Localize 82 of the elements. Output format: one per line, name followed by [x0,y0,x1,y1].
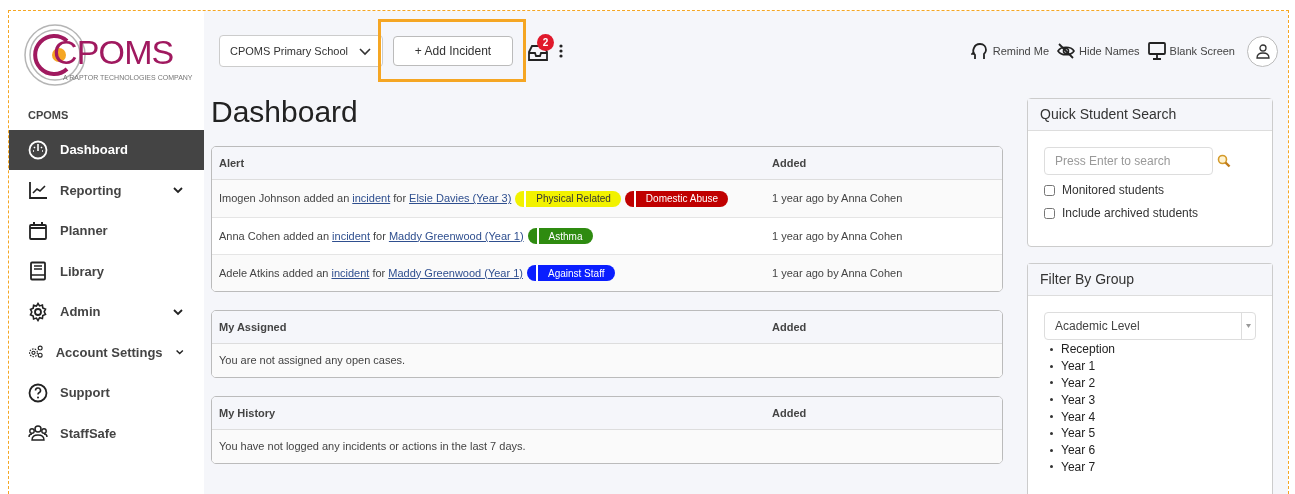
table-cell-text: 1 year ago by Anna Cohen [772,191,903,207]
page-title: Dashboard [211,97,359,127]
category-tag: Asthma [527,228,593,244]
line-chart-icon [28,180,48,201]
nav-item[interactable]: Planner [9,210,204,251]
school-select[interactable]: CPOMS Primary School [219,35,383,67]
category-tag: Physical Related [515,190,621,207]
more-options-icon[interactable] [559,44,563,58]
column-header: My Assigned [219,320,287,333]
nav-item[interactable]: Dashboard [9,129,204,170]
group-option[interactable]: Year 2 [1061,374,1096,392]
hide-names-button[interactable]: Hide Names [1057,42,1140,60]
column-header: Added [772,406,807,419]
column-header: Added [772,320,807,333]
bullet-icon [1050,465,1053,469]
bullet-icon [1050,381,1053,385]
remind-me-button[interactable]: Remind Me [970,42,1050,60]
category-tag: Against Staff [527,265,615,281]
bullet-icon [1050,431,1053,435]
empty-message: You have not logged any incidents or actions in the last 7 days. [219,439,526,455]
book-icon [28,261,48,282]
nav-item[interactable]: Support [9,372,204,413]
nav-item[interactable]: Reporting [9,170,204,211]
group-option[interactable]: Year 6 [1061,441,1096,460]
link[interactable]: Elsie Davies (Year 3) [409,190,512,207]
checkbox-label: Include archived students [1062,205,1199,222]
link[interactable]: incident [331,264,370,282]
calendar-icon [28,220,48,241]
link[interactable]: incident [352,190,391,207]
alert-text: Imogen Johnson added an [219,191,350,207]
empty-message: You are not assigned any open cases. [219,353,406,369]
group-option[interactable]: Year 4 [1061,407,1096,426]
bullet-icon [1050,398,1053,402]
nav-item[interactable]: Library [9,251,204,292]
group-select[interactable]: Academic Level [1044,312,1256,340]
link[interactable]: Maddy Greenwood (Year 1) [388,264,523,282]
bullet-icon [1050,448,1053,452]
nav-item[interactable]: StaffSafe [9,413,204,454]
column-header: My History [219,406,276,419]
question-icon [28,382,48,403]
table-cell-text: 1 year ago by Anna Cohen [772,228,903,244]
category-tag: Domestic Abuse [624,190,729,207]
gauge-icon [28,139,48,160]
checkbox[interactable] [1044,184,1055,196]
bullet-icon [1050,364,1053,368]
nav-item[interactable]: Account Settings [9,332,204,373]
bullet-icon [1050,415,1053,419]
dropdown-arrow-icon [1246,324,1251,328]
people-icon [28,423,48,444]
checkbox-label: Monitored students [1062,182,1165,199]
alert-text: for [393,191,407,207]
link[interactable]: Maddy Greenwood (Year 1) [388,227,524,245]
column-header: Added [772,156,807,169]
eye-slash-icon [1057,42,1076,60]
user-avatar[interactable] [1247,35,1278,67]
sidebar-heading: CPOMS [27,108,70,123]
group-option[interactable]: Reception [1061,340,1116,359]
group-option[interactable]: Year 3 [1061,390,1096,409]
nav-item[interactable]: Admin [9,291,204,332]
panel-title: Filter By Group [1040,270,1135,289]
link[interactable]: incident [332,227,371,245]
column-header: Alert [219,156,245,169]
group-option[interactable]: Year 5 [1061,424,1096,443]
group-option[interactable]: Year 1 [1061,357,1096,376]
search-icon[interactable] [1217,154,1231,168]
table-cell-text: 1 year ago by Anna Cohen [772,265,903,281]
gear-icon [28,301,48,322]
group-option[interactable]: Year 7 [1061,458,1096,476]
add-incident-button[interactable]: + Add Incident [393,36,513,66]
inbox-icon [527,44,549,62]
alert-text: Anna Cohen added an [219,228,330,244]
alert-text: for [373,228,386,244]
alert-text: Adele Atkins added an [219,265,329,281]
blank-screen-button[interactable]: Blank Screen [1147,42,1235,60]
alert-text: for [372,265,386,281]
search-field[interactable]: Press Enter to search [1044,147,1213,175]
person-icon [1254,43,1271,59]
bullet-icon [1050,347,1053,351]
notification-count: 2 [537,34,554,51]
checkbox[interactable] [1044,207,1055,219]
panel-title: Quick Student Search [1040,105,1177,124]
monitor-icon [1147,42,1166,60]
